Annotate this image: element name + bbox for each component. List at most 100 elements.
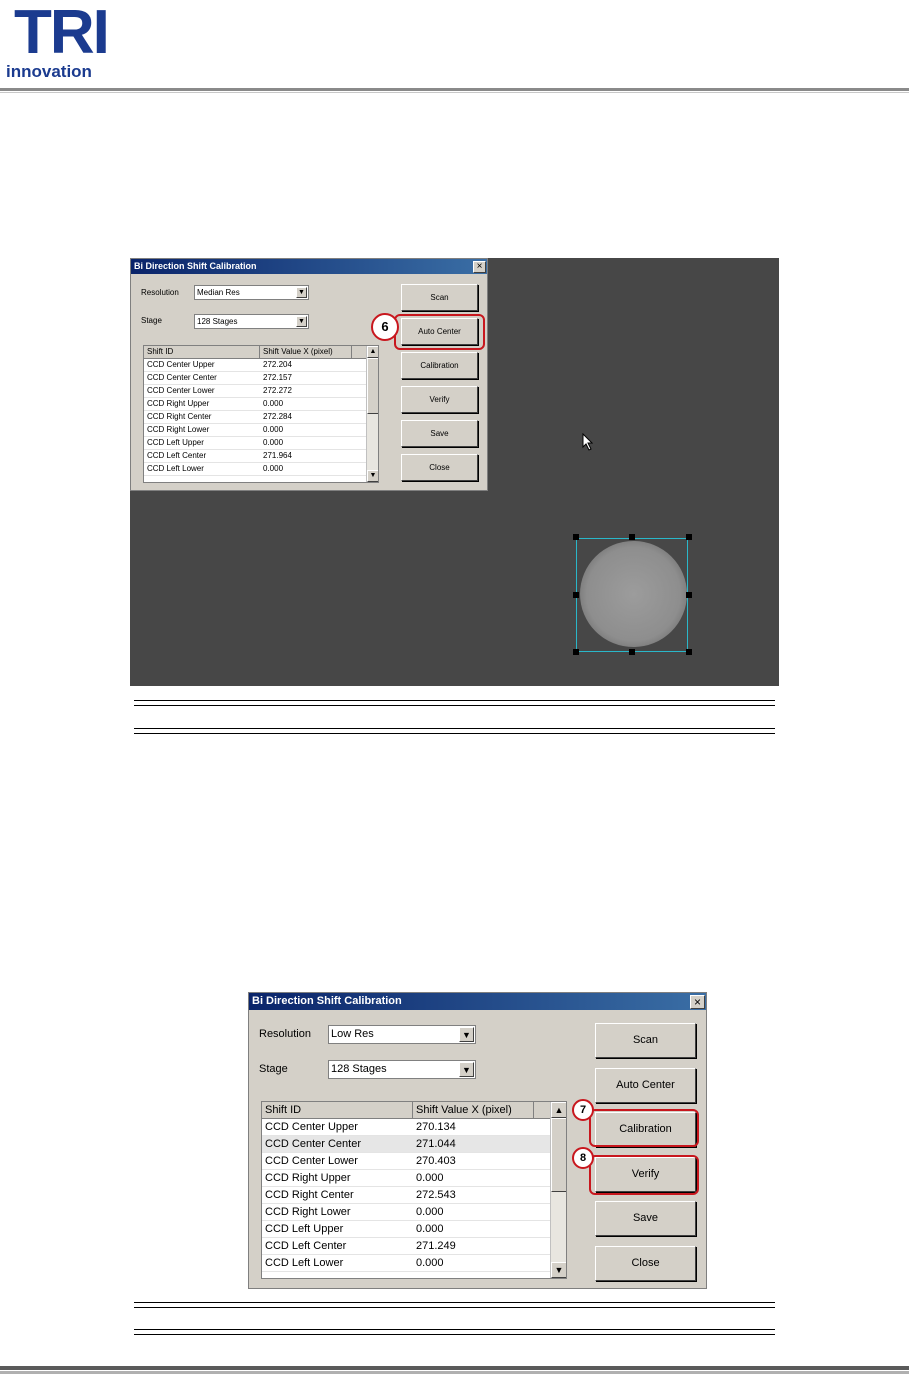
scan-button[interactable]: Scan (595, 1023, 696, 1058)
table-row[interactable]: CCD Center Center 272.157 (144, 372, 366, 385)
table-row[interactable]: CCD Right Center 272.543 (262, 1187, 550, 1204)
selection-box[interactable] (576, 538, 688, 652)
resize-handle[interactable] (629, 649, 635, 655)
scan-button[interactable]: Scan (401, 284, 478, 311)
scroll-thumb[interactable] (367, 358, 378, 414)
dialog-title: Bi Direction Shift Calibration (249, 993, 706, 1010)
column-header-shift-value[interactable]: Shift Value X (pixel) (413, 1102, 534, 1118)
table-row[interactable]: CCD Right Lower 0.000 (144, 424, 366, 437)
stage-label: Stage (259, 1063, 288, 1075)
cell-shift-id: CCD Center Lower (265, 1155, 358, 1167)
column-header-shift-id[interactable]: Shift ID (262, 1102, 413, 1118)
calibration-dialog-2: Bi Direction Shift Calibration × Resolut… (248, 992, 707, 1289)
stage-select[interactable]: 128 Stages ▼ (194, 314, 309, 329)
chevron-down-icon[interactable]: ▼ (296, 316, 307, 327)
callout-badge-7: 7 (572, 1099, 594, 1121)
cell-shift-value: 272.284 (263, 412, 292, 421)
scroll-down-icon[interactable]: ▼ (367, 470, 378, 482)
resize-handle[interactable] (686, 534, 692, 540)
caption-rule-top-2 (134, 1302, 775, 1308)
cell-shift-value: 0.000 (263, 438, 284, 447)
callout-badge-6: 6 (371, 313, 399, 341)
cell-shift-value: 271.249 (416, 1240, 456, 1252)
table-row[interactable]: CCD Center Lower 270.403 (262, 1153, 550, 1170)
resize-handle[interactable] (686, 592, 692, 598)
cell-shift-value: 271.044 (416, 1138, 456, 1150)
table-row[interactable]: CCD Left Lower 0.000 (262, 1255, 550, 1272)
cell-shift-value: 272.157 (263, 373, 292, 382)
table-row[interactable]: CCD Center Upper 270.134 (262, 1119, 550, 1136)
cell-shift-value: 271.964 (263, 451, 292, 460)
close-button[interactable]: Close (595, 1245, 696, 1281)
cell-shift-id: CCD Center Center (265, 1138, 361, 1150)
resolution-value: Low Res (331, 1028, 374, 1040)
resize-handle[interactable] (573, 534, 579, 540)
stage-select[interactable]: 128 Stages ▼ (328, 1060, 476, 1079)
table-row[interactable]: CCD Left Upper 0.000 (144, 437, 366, 450)
shift-table: Shift ID Shift Value X (pixel) CCD Cente… (143, 345, 379, 483)
chevron-down-icon[interactable]: ▼ (296, 287, 307, 298)
table-row[interactable]: CCD Right Upper 0.000 (144, 398, 366, 411)
table-row[interactable]: CCD Left Lower 0.000 (144, 463, 366, 476)
table-row[interactable]: CCD Center Center 271.044 (262, 1136, 550, 1153)
table-row[interactable]: CCD Center Lower 272.272 (144, 385, 366, 398)
table-row[interactable]: CCD Right Lower 0.000 (262, 1204, 550, 1221)
table-scrollbar[interactable]: ▲ ▼ (366, 346, 378, 482)
table-row[interactable]: CCD Right Center 272.284 (144, 411, 366, 424)
figure-1-screenshot: Bi Direction Shift Calibration × Resolut… (130, 258, 779, 686)
resolution-value: Median Res (197, 288, 240, 297)
cell-shift-id: CCD Left Lower (265, 1257, 344, 1269)
cell-shift-id: CCD Left Lower (147, 464, 204, 473)
dialog-title: Bi Direction Shift Calibration (131, 259, 487, 274)
cell-shift-value: 270.403 (416, 1155, 456, 1167)
resolution-select[interactable]: Low Res ▼ (328, 1025, 476, 1044)
cell-shift-value: 0.000 (416, 1257, 444, 1269)
table-scrollbar[interactable]: ▲ ▼ (550, 1102, 566, 1278)
scroll-up-icon[interactable]: ▲ (551, 1102, 566, 1118)
auto-center-button[interactable]: Auto Center (595, 1067, 696, 1103)
cell-shift-id: CCD Right Lower (147, 425, 210, 434)
scroll-thumb[interactable] (551, 1118, 566, 1192)
table-row[interactable]: CCD Center Upper 272.204 (144, 359, 366, 372)
caption-rule-bottom-2 (134, 1329, 775, 1335)
footer-rule (0, 1366, 909, 1370)
scroll-up-icon[interactable]: ▲ (367, 346, 378, 358)
close-icon[interactable]: × (473, 261, 486, 273)
logo-subtext: innovation (6, 62, 92, 81)
table-row[interactable]: CCD Left Upper 0.000 (262, 1221, 550, 1238)
stage-value: 128 Stages (197, 317, 238, 326)
table-header: Shift ID Shift Value X (pixel) (262, 1102, 550, 1119)
chevron-down-icon[interactable]: ▼ (459, 1027, 474, 1042)
column-header-shift-id[interactable]: Shift ID (144, 346, 260, 358)
resize-handle[interactable] (573, 592, 579, 598)
callout-frame-7 (589, 1109, 699, 1147)
cell-shift-value: 0.000 (416, 1172, 444, 1184)
close-icon[interactable]: × (690, 995, 705, 1009)
cell-shift-id: CCD Left Center (147, 451, 207, 460)
resize-handle[interactable] (629, 534, 635, 540)
resize-handle[interactable] (573, 649, 579, 655)
cell-shift-id: CCD Right Lower (265, 1206, 351, 1218)
table-row[interactable]: CCD Left Center 271.249 (262, 1238, 550, 1255)
resolution-select[interactable]: Median Res ▼ (194, 285, 309, 300)
cell-shift-id: CCD Center Upper (147, 360, 215, 369)
callout-frame-8 (589, 1155, 699, 1195)
cell-shift-id: CCD Left Upper (147, 438, 204, 447)
cell-shift-id: CCD Center Upper (265, 1121, 358, 1133)
verify-button[interactable]: Verify (401, 386, 478, 413)
table-row[interactable]: CCD Left Center 271.964 (144, 450, 366, 463)
resize-handle[interactable] (686, 649, 692, 655)
table-row[interactable]: CCD Right Upper 0.000 (262, 1170, 550, 1187)
cell-shift-value: 272.272 (263, 386, 292, 395)
scroll-down-icon[interactable]: ▼ (551, 1262, 566, 1278)
close-button[interactable]: Close (401, 454, 478, 481)
shift-table: Shift ID Shift Value X (pixel) CCD Cente… (261, 1101, 567, 1279)
caption-rule-top (134, 700, 775, 706)
cursor-icon (582, 433, 594, 451)
calibration-button[interactable]: Calibration (401, 352, 478, 379)
save-button[interactable]: Save (401, 420, 478, 447)
cell-shift-value: 272.543 (416, 1189, 456, 1201)
save-button[interactable]: Save (595, 1201, 696, 1236)
chevron-down-icon[interactable]: ▼ (459, 1062, 474, 1077)
column-header-shift-value[interactable]: Shift Value X (pixel) (260, 346, 352, 358)
